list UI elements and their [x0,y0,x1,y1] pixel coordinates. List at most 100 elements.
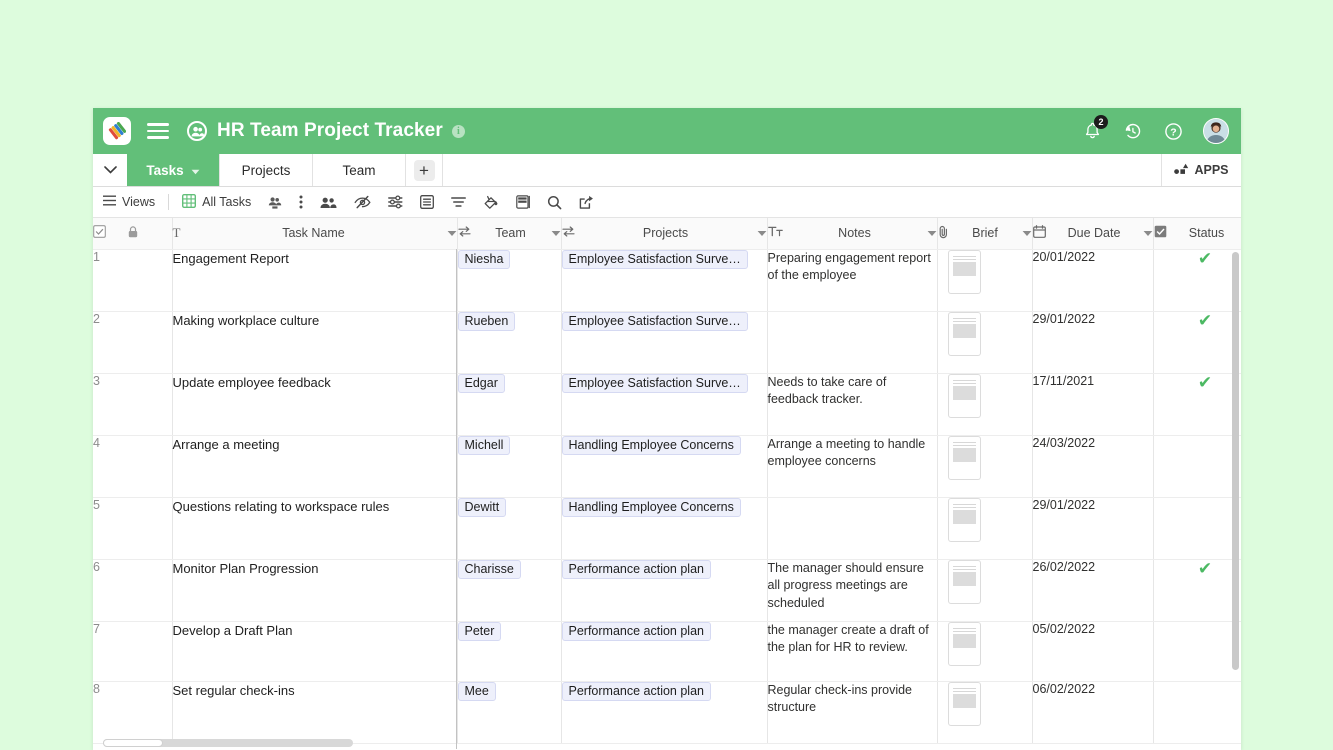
link-chip[interactable]: Dewitt [458,498,507,517]
link-chip[interactable]: Employee Satisfaction Surve… [562,250,748,269]
cell-notes[interactable]: the manager create a draft of the plan f… [767,621,937,681]
zoho-tables-logo[interactable] [103,117,131,145]
search-icon[interactable] [547,195,562,210]
cell-status[interactable] [1153,681,1241,743]
link-chip[interactable]: Employee Satisfaction Surve… [562,312,748,331]
link-chip[interactable]: Charisse [458,560,521,579]
share-icon[interactable] [579,195,594,210]
table-row[interactable]: 2 Making workplace culture Rueben Employ… [93,311,1241,373]
more-vertical-icon[interactable] [299,195,303,209]
cell-notes[interactable]: The manager should ensure all progress m… [767,559,937,621]
document-thumbnail-icon[interactable] [948,622,981,666]
column-header-status[interactable]: Status [1153,218,1241,249]
link-chip[interactable]: Peter [458,622,502,641]
info-icon[interactable]: i [452,125,465,138]
link-chip[interactable]: Employee Satisfaction Surve… [562,374,748,393]
cell-team[interactable]: Rueben [457,311,561,373]
column-header-team[interactable]: Team [457,218,561,249]
cell-projects[interactable]: Performance action plan [561,621,767,681]
people-icon[interactable] [320,196,337,209]
document-thumbnail-icon[interactable] [948,682,981,726]
cell-due-date[interactable]: 26/02/2022 [1032,559,1153,621]
chevron-down-icon[interactable] [757,226,767,240]
horizontal-scrollbar[interactable] [103,739,353,747]
cell-team[interactable]: Niesha [457,249,561,311]
view-lock-icon[interactable] [268,196,282,209]
cell-team[interactable]: Dewitt [457,497,561,559]
link-chip[interactable]: Performance action plan [562,682,712,701]
grid-container[interactable]: T Task Name [93,218,1241,749]
table-row[interactable]: 3 Update employee feedback Edgar Employe… [93,373,1241,435]
cell-brief[interactable] [937,249,1032,311]
cell-status[interactable]: ✔ [1153,249,1241,311]
cell-due-date[interactable]: 05/02/2022 [1032,621,1153,681]
history-icon[interactable] [1123,122,1142,141]
link-chip[interactable]: Mee [458,682,496,701]
row-select-header[interactable] [93,218,172,249]
document-thumbnail-icon[interactable] [948,374,981,418]
cell-projects[interactable]: Handling Employee Concerns [561,435,767,497]
chevron-down-icon[interactable] [927,226,937,240]
cell-due-date[interactable]: 06/02/2022 [1032,681,1153,743]
link-chip[interactable]: Performance action plan [562,560,712,579]
table-row[interactable]: 7 Develop a Draft Plan Peter Performance… [93,621,1241,681]
cell-task-name[interactable]: Questions relating to workspace rules [172,497,457,559]
cell-projects[interactable]: Employee Satisfaction Surve… [561,311,767,373]
tab-tasks[interactable]: Tasks [127,154,220,186]
cell-task-name[interactable]: Engagement Report [172,249,457,311]
cell-status[interactable] [1153,497,1241,559]
link-chip[interactable]: Edgar [458,374,505,393]
cell-notes[interactable]: Arrange a meeting to handle employee con… [767,435,937,497]
cell-status[interactable]: ✔ [1153,559,1241,621]
cell-status[interactable]: ✔ [1153,373,1241,435]
table-row[interactable]: 6 Monitor Plan Progression Charisse Perf… [93,559,1241,621]
table-row[interactable]: 1 Engagement Report Niesha Employee Sati… [93,249,1241,311]
link-chip[interactable]: Handling Employee Concerns [562,436,741,455]
column-header-due-date[interactable]: Due Date [1032,218,1153,249]
filter-sliders-icon[interactable] [388,195,403,209]
document-thumbnail-icon[interactable] [948,312,981,356]
cell-task-name[interactable]: Monitor Plan Progression [172,559,457,621]
cell-projects[interactable]: Employee Satisfaction Surve… [561,373,767,435]
table-row[interactable]: 8 Set regular check-ins Mee Performance … [93,681,1241,743]
current-view-button[interactable]: All Tasks [182,194,251,211]
eye-slash-icon[interactable] [354,195,371,209]
add-tab-button[interactable]: + [406,154,442,186]
cell-status[interactable] [1153,435,1241,497]
cell-notes[interactable] [767,311,937,373]
cell-task-name[interactable]: Update employee feedback [172,373,457,435]
table-row[interactable]: 4 Arrange a meeting Michell Handling Emp… [93,435,1241,497]
cell-team[interactable]: Michell [457,435,561,497]
cell-status[interactable]: ✔ [1153,311,1241,373]
tabs-collapse-caret-icon[interactable] [93,154,127,186]
chevron-down-icon[interactable] [1143,226,1153,240]
cell-team[interactable]: Mee [457,681,561,743]
cell-projects[interactable]: Performance action plan [561,681,767,743]
tab-team[interactable]: Team [313,154,406,186]
group-rows-icon[interactable] [420,195,434,209]
cell-brief[interactable] [937,681,1032,743]
cell-due-date[interactable]: 29/01/2022 [1032,497,1153,559]
fill-color-icon[interactable] [483,195,499,210]
document-thumbnail-icon[interactable] [948,436,981,480]
bell-icon[interactable]: 2 [1084,122,1101,140]
cell-team[interactable]: Charisse [457,559,561,621]
cell-brief[interactable] [937,373,1032,435]
cell-task-name[interactable]: Making workplace culture [172,311,457,373]
views-button[interactable]: Views [103,195,155,209]
cell-projects[interactable]: Employee Satisfaction Surve… [561,249,767,311]
chevron-down-icon[interactable] [551,226,561,240]
cell-brief[interactable] [937,621,1032,681]
row-height-icon[interactable] [516,195,530,209]
hamburger-menu-icon[interactable] [147,119,169,143]
column-header-brief[interactable]: Brief [937,218,1032,249]
document-thumbnail-icon[interactable] [948,560,981,604]
document-thumbnail-icon[interactable] [948,250,981,294]
user-avatar[interactable] [1203,118,1229,144]
chevron-down-icon[interactable] [447,226,457,240]
cell-projects[interactable]: Handling Employee Concerns [561,497,767,559]
cell-due-date[interactable]: 20/01/2022 [1032,249,1153,311]
table-row[interactable]: 5 Questions relating to workspace rules … [93,497,1241,559]
horizontal-scrollbar-thumb[interactable] [103,739,163,747]
cell-brief[interactable] [937,559,1032,621]
